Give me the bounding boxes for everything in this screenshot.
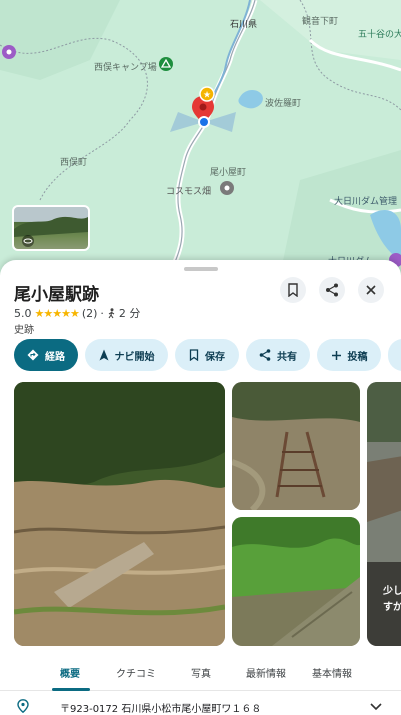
svg-text:★: ★ [203, 91, 211, 101]
post-label: 投稿 [347, 351, 368, 363]
map-label-hasa: 波佐羅町 [265, 99, 302, 109]
bookmark-icon [189, 349, 199, 361]
map-label-isogatani: 五十谷の大 [358, 30, 401, 40]
close-icon [366, 285, 376, 295]
place-sheet: 尾小屋駅跡 5.0 ★★★★★ (2) · 2 分 史跡 経路 ナビ開始 保存 … [0, 260, 401, 715]
photo-rails[interactable] [232, 382, 360, 510]
tab-photos[interactable]: 写真 [191, 665, 211, 680]
drag-handle[interactable] [184, 267, 218, 271]
my-location-icon [198, 116, 210, 128]
place-title: 尾小屋駅跡 [14, 285, 99, 305]
directions-label: 経路 [45, 351, 65, 363]
photo-main[interactable] [14, 382, 225, 646]
directions-button[interactable]: 経路 [14, 339, 78, 371]
address-row[interactable]: 〒923-0172 石川県小松市尾小屋町ワ１６８ [0, 696, 401, 715]
save-bookmark-button[interactable] [280, 277, 306, 303]
map-view[interactable]: ★ 石川県 観音下町 五十谷の大 西俣キャンプ場 波佐羅町 西俣町 尾小屋町 コ… [0, 0, 401, 275]
share-chip-button[interactable]: 共有 [246, 339, 310, 371]
rating-value: 5.0 [14, 306, 32, 320]
review-count: (2) [81, 306, 98, 320]
rating-row[interactable]: 5.0 ★★★★★ (2) · 2 分 [14, 305, 140, 321]
tab-about[interactable]: 基本情報 [312, 665, 352, 680]
photo-overlay-text-2: すか [383, 602, 401, 613]
map-label-nishimata-town: 西俣町 [60, 158, 88, 168]
location-pin-icon [17, 699, 29, 713]
map-label-nishimata-camp[interactable]: 西俣キャンプ場 [94, 60, 157, 73]
share-icon [259, 349, 271, 361]
directions-icon [27, 349, 39, 361]
rating-stars-icon: ★★★★★ [34, 306, 80, 320]
save-button[interactable]: 保存 [175, 339, 239, 371]
start-nav-button[interactable]: ナビ開始 [85, 339, 168, 371]
post-button[interactable]: 投稿 [317, 339, 381, 371]
map-label-obiya-town: 尾小屋町 [210, 168, 247, 178]
tab-updates[interactable]: 最新情報 [246, 665, 286, 680]
separator: · [100, 306, 104, 320]
walking-icon [108, 307, 115, 318]
share-button[interactable] [319, 277, 345, 303]
action-chips: 経路 ナビ開始 保存 共有 投稿 [0, 339, 401, 373]
map-label-ishikawa: 石川県 [230, 20, 258, 30]
photo-platform-image [232, 517, 360, 646]
share-icon [326, 283, 338, 297]
photo-platform[interactable] [232, 517, 360, 646]
tab-indicator [52, 688, 90, 691]
chevron-down-icon[interactable] [370, 703, 382, 711]
photo-rails-image [232, 382, 360, 510]
map-label-dam[interactable]: 大日川ダム管理 [334, 194, 397, 207]
street-view-thumbnail[interactable] [12, 205, 90, 251]
save-label: 保存 [205, 351, 225, 363]
photo-main-image [14, 382, 225, 646]
photo-partial[interactable]: 少し すか [367, 382, 401, 646]
map-label-kannonshita: 観音下町 [302, 17, 339, 27]
start-nav-label: ナビ開始 [114, 351, 155, 363]
place-category: 史跡 [14, 325, 34, 336]
bookmark-icon [288, 283, 298, 297]
tab-bar: 概要 クチコミ 写真 最新情報 基本情報 [0, 660, 401, 691]
photo-overlay-text-1: 少し [383, 586, 401, 597]
plus-icon [331, 350, 341, 360]
tab-overview[interactable]: 概要 [60, 665, 80, 680]
more-chip[interactable] [388, 339, 401, 371]
share-label: 共有 [277, 351, 297, 363]
address-text: 〒923-0172 石川県小松市尾小屋町ワ１６８ [60, 704, 262, 715]
tab-reviews[interactable]: クチコミ [116, 665, 156, 680]
map-label-cosmos[interactable]: コスモス畑 [166, 184, 211, 197]
walk-time: 2 分 [118, 307, 141, 320]
close-button[interactable] [358, 277, 384, 303]
navigation-arrow-icon [99, 349, 108, 361]
